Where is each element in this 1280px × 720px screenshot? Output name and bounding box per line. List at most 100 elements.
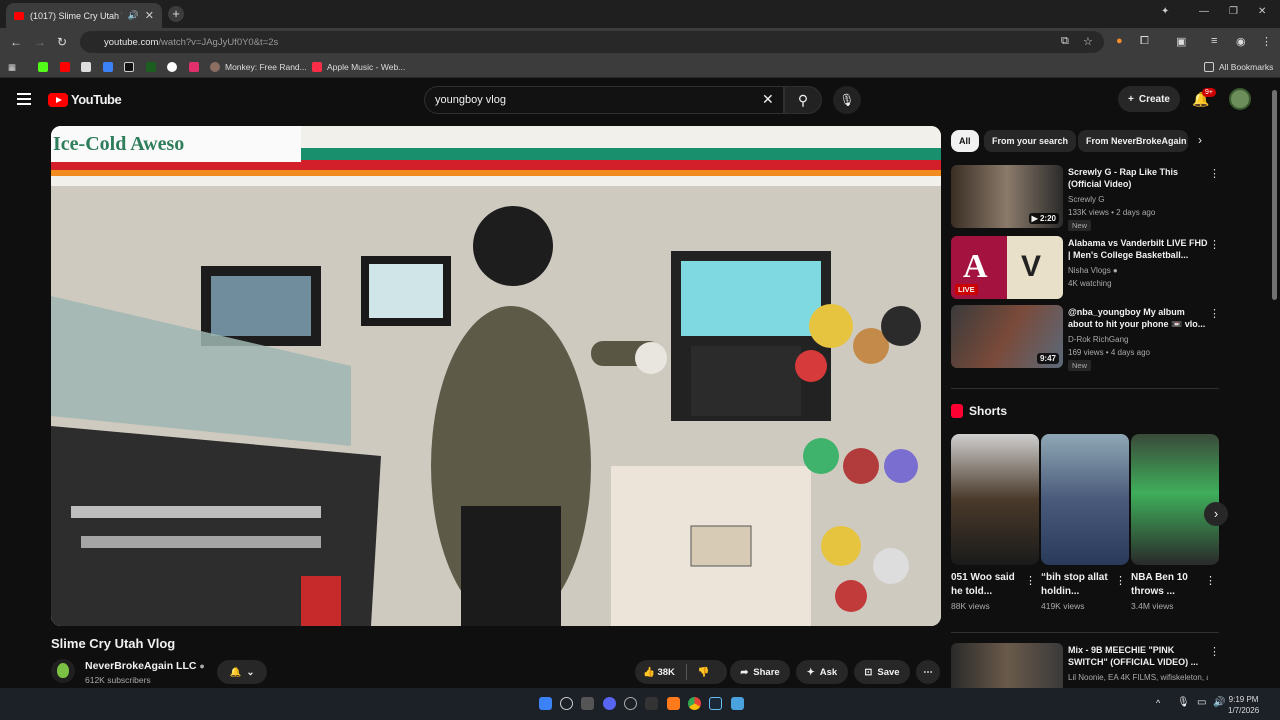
create-button[interactable]: + Create	[1118, 86, 1180, 112]
volume-icon[interactable]: 🔊	[1213, 697, 1225, 708]
short-title[interactable]: 051 Woo said he told...	[951, 571, 1023, 599]
bookmark-h-icon[interactable]	[146, 60, 161, 74]
clear-search-icon[interactable]: ✕	[762, 91, 774, 108]
recommendation-item[interactable]: 9:47 @nba_youngboy My album about to hit…	[951, 305, 1221, 371]
video-thumbnail[interactable]: 9:47	[951, 305, 1063, 368]
rec-title[interactable]: Mix - 9B MEECHIE "PINK SWITCH" (OFFICIAL…	[1068, 644, 1208, 668]
like-button[interactable]: 👍 38K	[643, 667, 675, 678]
chip-all[interactable]: All	[951, 130, 979, 152]
microphone-tray-icon[interactable]: 🎙	[1177, 697, 1190, 708]
app-blue-icon[interactable]	[731, 697, 744, 710]
video-player[interactable]: Ice-Cold Aweso	[51, 126, 941, 626]
new-tab-button[interactable]: +	[168, 6, 184, 22]
more-options-icon[interactable]: ⋮	[1205, 574, 1216, 587]
bookmark-star-icon[interactable]: ☆	[1083, 35, 1093, 48]
reading-list-icon[interactable]: ≡	[1211, 35, 1217, 47]
extensions-puzzle-icon[interactable]: ⧠	[1140, 35, 1149, 48]
maximize-icon[interactable]: ❐	[1229, 6, 1238, 17]
short-item[interactable]: NBA Ben 10 throws ... 3.4M views ⋮	[1131, 434, 1219, 611]
tray-chevron-icon[interactable]: ^	[1156, 698, 1160, 708]
split-view-icon[interactable]: ▣	[1176, 35, 1186, 48]
chevron-right-icon[interactable]: ›	[1198, 133, 1202, 147]
task-view-icon[interactable]	[581, 697, 594, 710]
back-icon[interactable]: ←	[10, 35, 22, 49]
subscribe-bell-button[interactable]: 🔔 ⌄	[217, 660, 267, 684]
bookmark-kick-icon[interactable]	[38, 60, 53, 74]
bookmark-instagram-icon[interactable]	[189, 60, 204, 74]
app-orange-icon[interactable]	[667, 697, 680, 710]
rec-title[interactable]: Alabama vs Vanderbilt LIVE FHD | Men's C…	[1068, 237, 1208, 261]
short-item[interactable]: 051 Woo said he told... 88K views ⋮	[951, 434, 1039, 611]
profile-icon[interactable]: ◉	[1236, 35, 1246, 48]
chip-from-channel[interactable]: From NeverBrokeAgain	[1078, 130, 1188, 152]
chip-from-search[interactable]: From your search	[984, 130, 1077, 152]
menu-hamburger-icon[interactable]	[17, 93, 31, 105]
forward-icon[interactable]: →	[34, 35, 46, 49]
chrome-icon[interactable]	[688, 697, 701, 710]
short-thumbnail[interactable]	[1131, 434, 1219, 565]
bookmark-tiktok-icon[interactable]	[124, 60, 139, 74]
youtube-logo[interactable]: YouTube	[48, 92, 122, 107]
rec-channel[interactable]: D-Rok RichGang	[1068, 335, 1128, 344]
account-avatar[interactable]	[1229, 88, 1251, 110]
search-button[interactable]: ⚲	[784, 86, 822, 114]
cast-icon[interactable]: ⧉	[1061, 35, 1069, 48]
save-button[interactable]: ⊡ Save	[854, 660, 910, 684]
close-window-icon[interactable]: ✕	[1258, 6, 1266, 17]
recommendation-item[interactable]: Mix - 9B MEECHIE "PINK SWITCH" (OFFICIAL…	[951, 643, 1221, 688]
more-options-icon[interactable]: ⋮	[1209, 238, 1220, 251]
steam-icon[interactable]	[709, 697, 722, 710]
app-icon[interactable]	[645, 697, 658, 710]
extension-icon[interactable]: ●	[1116, 35, 1123, 47]
apps-grid-icon[interactable]: ▦	[8, 60, 16, 74]
rec-channel[interactable]: Lil Noonie, EA 4K FILMS, wifiskeleton, a…	[1068, 673, 1208, 682]
rec-title[interactable]: @nba_youngboy My album about to hit your…	[1068, 306, 1208, 330]
dislike-button[interactable]: 👎	[698, 667, 710, 678]
all-bookmarks[interactable]: All Bookmarks	[1204, 60, 1273, 74]
voice-search-button[interactable]: 🎙	[833, 86, 861, 114]
bookmark-youtube-icon[interactable]	[60, 60, 75, 74]
reload-icon[interactable]: ↻	[57, 35, 67, 49]
settings-gear-icon[interactable]	[624, 697, 637, 710]
search-input[interactable]: youngboy vlog	[424, 86, 784, 114]
more-options-icon[interactable]: ⋮	[1209, 645, 1220, 658]
bookmark-apple-music[interactable]: Apple Music - Web...	[312, 60, 405, 74]
mix-thumbnail[interactable]	[951, 643, 1063, 688]
scrollbar-thumb[interactable]	[1272, 90, 1277, 300]
page-scrollbar[interactable]	[1272, 82, 1277, 682]
more-options-icon[interactable]: ⋮	[1209, 167, 1220, 180]
short-item[interactable]: “bih stop allat holdin... 419K views ⋮	[1041, 434, 1129, 611]
rec-channel[interactable]: Screwly G	[1068, 195, 1104, 204]
minimize-icon[interactable]: —	[1199, 6, 1209, 17]
rec-channel[interactable]: Nisha Vlogs ●	[1068, 266, 1118, 275]
video-thumbnail[interactable]: ▶ 2:20	[951, 165, 1063, 228]
url-field[interactable]: youtube.com/watch?v=JAgJyUf0Y0&t=2s	[80, 31, 1104, 53]
channel-name[interactable]: NeverBrokeAgain LLC ●	[85, 660, 205, 672]
taskbar-clock[interactable]: 9:19 PM 1/7/2026	[1228, 694, 1259, 716]
rec-title[interactable]: Screwly G - Rap Like This (Official Vide…	[1068, 166, 1208, 190]
more-actions-button[interactable]: ⋯	[916, 660, 940, 684]
taskbar-search-icon[interactable]	[560, 697, 573, 710]
bookmark-x-icon[interactable]	[81, 60, 96, 74]
shorts-next-button[interactable]: ›	[1204, 502, 1228, 526]
discord-icon[interactable]	[603, 697, 616, 710]
recommendation-item[interactable]: A V LIVE Alabama vs Vanderbilt LIVE FHD …	[951, 236, 1221, 300]
menu-kebab-icon[interactable]: ⋮	[1261, 35, 1272, 48]
short-thumbnail[interactable]	[1041, 434, 1129, 565]
gemini-icon[interactable]: ✦	[1161, 6, 1169, 17]
more-options-icon[interactable]: ⋮	[1209, 307, 1220, 320]
bookmark-shield-icon[interactable]	[103, 60, 118, 74]
short-thumbnail[interactable]	[951, 434, 1039, 565]
browser-tab[interactable]: (1017) Slime Cry Utah Vlog 🔊 ✕	[6, 3, 162, 28]
more-options-icon[interactable]: ⋮	[1025, 574, 1036, 587]
bookmark-monkey[interactable]: Monkey: Free Rand...	[210, 60, 307, 74]
speaker-icon[interactable]: 🔊	[128, 10, 139, 21]
network-icon[interactable]: ▭	[1197, 697, 1206, 708]
more-options-icon[interactable]: ⋮	[1115, 574, 1126, 587]
close-tab-icon[interactable]: ✕	[145, 9, 154, 22]
windows-start-icon[interactable]	[539, 697, 552, 710]
channel-avatar[interactable]	[51, 659, 75, 683]
short-title[interactable]: “bih stop allat holdin...	[1041, 571, 1113, 599]
ask-button[interactable]: ✦ Ask	[796, 660, 848, 684]
video-thumbnail[interactable]: A V LIVE	[951, 236, 1063, 299]
